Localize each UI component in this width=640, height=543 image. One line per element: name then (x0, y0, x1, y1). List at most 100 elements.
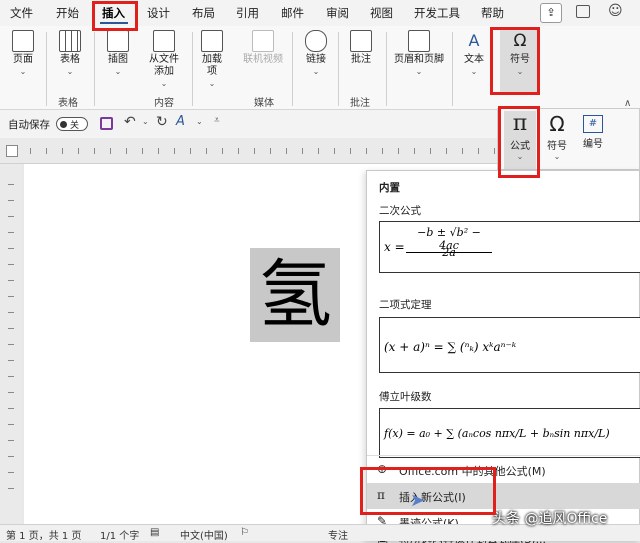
group-separator (94, 32, 95, 106)
chevron-down-icon: ⌄ (312, 67, 320, 76)
shapes-icon (107, 30, 129, 52)
page-button[interactable]: 页面 ⌄ (8, 30, 38, 78)
ruler-ticks (8, 184, 14, 504)
online-video-label: 联机视频 (243, 54, 283, 65)
tab-design[interactable]: 设计 (147, 5, 170, 21)
group-separator (386, 32, 387, 106)
table-button[interactable]: 表格 ⌄ (56, 30, 84, 78)
hash-icon: # (583, 115, 603, 133)
share-icon[interactable]: ⇪ (540, 3, 562, 23)
chevron-down-icon: ⌄ (66, 67, 74, 76)
video-icon (252, 30, 274, 52)
tab-mailings[interactable]: 邮件 (281, 5, 304, 21)
accessibility-icon[interactable]: ⚐ (240, 527, 249, 538)
chevron-down-icon: ⌄ (415, 67, 423, 76)
tab-selector-icon[interactable] (6, 145, 18, 157)
autosave-toggle[interactable]: 关 (56, 117, 88, 131)
tab-developer[interactable]: 开发工具 (414, 5, 460, 21)
header-footer-icon (408, 30, 430, 52)
search-doc-icon (153, 30, 175, 52)
horizontal-ruler[interactable] (0, 138, 500, 164)
chevron-down-icon: ⌄ (114, 67, 122, 76)
group-name-media: 媒体 (254, 98, 274, 109)
group-separator (292, 32, 293, 106)
insert-new-equation-item[interactable]: π 插入新公式(I) (367, 483, 640, 509)
table-icon (59, 30, 81, 52)
tab-layout[interactable]: 布局 (192, 5, 215, 21)
undo-icon[interactable]: ↶ (124, 114, 136, 130)
chevron-down-icon: ⌄ (19, 67, 27, 76)
group-separator (338, 32, 339, 106)
flyout-symbol-button[interactable]: Ω 符号 ⌄ (542, 111, 572, 161)
tab-review[interactable]: 审阅 (326, 5, 349, 21)
numbering-button[interactable]: # 编号 (578, 111, 608, 161)
language-status[interactable]: 中文(中国) (180, 527, 228, 542)
tab-file[interactable]: 文件 (10, 5, 33, 21)
quick-access-toolbar: 自动保存 关 ↶ ⌄ ↻ A ⌄ ⩡ (0, 110, 500, 138)
tab-insert[interactable]: 插入 (102, 5, 125, 21)
group-name-table: 表格 (58, 98, 78, 109)
tab-view[interactable]: 视图 (370, 5, 393, 21)
selected-character[interactable]: 氢 (250, 248, 340, 342)
omega-icon: Ω (549, 112, 565, 136)
format-painter-icon[interactable]: A (176, 114, 185, 129)
word-count[interactable]: 1/1 个字 (100, 527, 139, 542)
tab-home[interactable]: 开始 (56, 5, 79, 21)
more-equations-label: Office.com 中的其他公式(M) (399, 465, 546, 478)
watermark: 头条 @追风Office (492, 511, 608, 527)
page-label: 页面 (13, 54, 33, 65)
header-footer-button[interactable]: 页眉和页脚 ⌄ (392, 30, 446, 78)
tab-help[interactable]: 帮助 (481, 5, 504, 21)
builtin-header: 内置 (379, 182, 400, 194)
spell-check-icon[interactable]: ▤ (150, 527, 159, 538)
chevron-down-icon[interactable]: ⌄ (196, 117, 203, 126)
group-separator (46, 32, 47, 106)
redo-icon[interactable]: ↻ (156, 114, 168, 130)
save-icon[interactable] (100, 117, 113, 130)
eq-text: (x + a)ⁿ = ∑ (ⁿₖ) xᵏaⁿ⁻ᵏ (384, 340, 517, 354)
fourier-series[interactable]: f(x) = a₀ + ∑ (aₙcos nπx/L + bₙsin nπx/L… (379, 408, 640, 458)
from-file-label: 从文件添加 (149, 54, 179, 77)
addins-button[interactable]: 加载项 ⌄ (198, 30, 226, 90)
addins-label: 加载项 (202, 54, 222, 77)
globe-icon: ⊕ (377, 462, 388, 476)
toggle-knob (60, 121, 67, 128)
symbol-label: 符号 (547, 141, 567, 152)
equation-gallery-panel: 内置 二次公式 x = −b ± √b² − 4ac 2a 二项式定理 (x +… (366, 170, 640, 543)
chevron-down-icon[interactable]: ⌄ (142, 117, 149, 126)
quadratic-title: 二次公式 (379, 205, 421, 217)
eq-text: x = (384, 240, 405, 254)
focus-mode[interactable]: 专注 (328, 527, 348, 542)
quadratic-formula[interactable]: x = −b ± √b² − 4ac 2a (379, 221, 640, 273)
chevron-down-icon: ⌄ (470, 67, 478, 76)
chevron-down-icon: ⌄ (208, 79, 216, 88)
from-file-button[interactable]: 从文件添加 ⌄ (146, 30, 182, 90)
text-label: 文本 (464, 54, 484, 65)
page-icon (12, 30, 34, 52)
smiley-icon[interactable]: ☺ (608, 3, 623, 19)
equation-label: 公式 (510, 141, 530, 152)
link-button[interactable]: 链接 ⌄ (302, 30, 330, 78)
symbol-flyout: π 公式 ⌄ Ω 符号 ⌄ # 编号 (497, 108, 640, 170)
equation-button[interactable]: π 公式 ⌄ (504, 111, 536, 169)
cube-icon (201, 30, 223, 52)
page-count[interactable]: 第 1 页，共 1 页 (6, 527, 81, 542)
tab-references[interactable]: 引用 (236, 5, 259, 21)
text-button[interactable]: A 文本 ⌄ (460, 30, 488, 78)
toggle-state: 关 (70, 121, 80, 131)
symbol-button[interactable]: Ω 符号 ⌄ (500, 30, 540, 92)
chevron-down-icon: ⌄ (516, 67, 524, 76)
comment-button[interactable]: 批注 (346, 30, 376, 66)
more-equations-item[interactable]: ⊕ Office.com 中的其他公式(M) (367, 457, 640, 483)
vertical-ruler[interactable] (0, 164, 22, 524)
binomial-theorem[interactable]: (x + a)ⁿ = ∑ (ⁿₖ) xᵏaⁿ⁻ᵏ (379, 317, 640, 373)
group-separator (192, 32, 193, 106)
comment-icon (350, 30, 372, 52)
illustration-label: 插图 (108, 54, 128, 65)
comments-icon[interactable] (576, 5, 590, 18)
mouse-cursor-icon: ➤ (410, 490, 426, 511)
customize-qat-icon[interactable]: ⩡ (214, 115, 220, 126)
ribbon: 页面 ⌄ 表格 ⌄ 表格 插图 ⌄ 从文件添加 ⌄ 内容 加载项 ⌄ 联机视频 … (0, 26, 640, 110)
online-video-button[interactable]: 联机视频 (240, 30, 286, 66)
illustration-button[interactable]: 插图 ⌄ (104, 30, 132, 78)
